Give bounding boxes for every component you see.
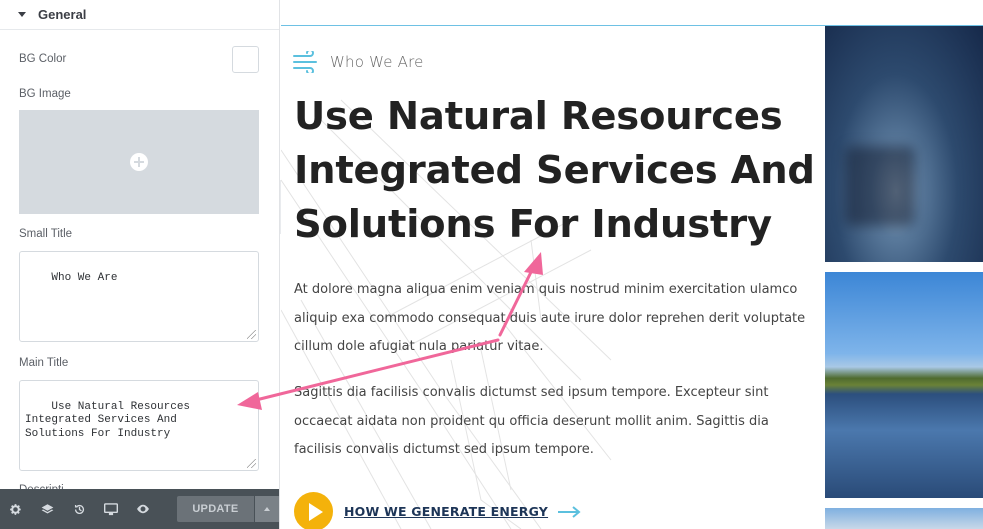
preview-eye-icon[interactable] xyxy=(127,489,159,529)
main-title-value: Use Natural Resources Integrated Service… xyxy=(25,400,191,440)
small-title-textarea[interactable]: Who We Are xyxy=(19,251,259,342)
photo-third xyxy=(825,508,983,529)
settings-icon[interactable] xyxy=(0,489,32,529)
bg-color-picker[interactable] xyxy=(232,46,259,73)
description-paragraph-1: At dolore magna aliqua enim veniam quis … xyxy=(294,282,806,354)
panel-footer: UPDATE xyxy=(0,489,279,529)
photo-solar-panels xyxy=(825,272,983,498)
update-options-button[interactable] xyxy=(254,496,279,522)
main-title-label: Main Title xyxy=(19,357,69,369)
main-title-line: Integrated Services And xyxy=(294,148,815,193)
page-preview: Who We Are Use Natural Resources Integra… xyxy=(281,0,983,529)
responsive-icon[interactable] xyxy=(95,489,127,529)
layers-icon[interactable] xyxy=(32,489,64,529)
update-button[interactable]: UPDATE xyxy=(176,496,254,522)
editor-panel: General BG Color BG Image Small Title Wh… xyxy=(0,0,280,529)
bg-image-label: BG Image xyxy=(19,88,71,100)
description-paragraph-2: Sagittis dia facilisis convalis dictumst… xyxy=(294,385,769,457)
small-title-value: Who We Are xyxy=(51,271,118,284)
cta-link[interactable]: HOW WE GENERATE ENERGY xyxy=(344,504,548,519)
add-image-icon[interactable] xyxy=(130,153,148,171)
bg-color-label: BG Color xyxy=(19,53,67,65)
caret-down-icon xyxy=(18,12,26,17)
main-title-line: Solutions For Industry xyxy=(294,202,772,247)
history-icon[interactable] xyxy=(64,489,96,529)
caret-up-icon xyxy=(264,507,271,511)
main-title-textarea[interactable]: Use Natural Resources Integrated Service… xyxy=(19,380,259,471)
section-general-toggle[interactable]: General xyxy=(0,0,279,30)
arrow-right-icon xyxy=(558,505,581,518)
main-title-line: Use Natural Resources xyxy=(294,94,783,139)
play-button[interactable] xyxy=(294,492,333,529)
main-title: Use Natural Resources Integrated Service… xyxy=(294,90,834,252)
resize-handle-icon[interactable] xyxy=(247,330,256,339)
cta-row: HOW WE GENERATE ENERGY xyxy=(294,492,582,529)
photo-equipment xyxy=(825,26,983,262)
bg-image-upload[interactable] xyxy=(19,110,259,214)
wind-icon xyxy=(293,51,317,73)
small-title-label: Small Title xyxy=(19,228,73,240)
small-title: Who We Are xyxy=(330,53,424,71)
small-title-row: Who We Are xyxy=(293,51,424,73)
section-title: General xyxy=(38,7,87,22)
resize-handle-icon[interactable] xyxy=(247,459,256,468)
play-icon xyxy=(308,502,323,521)
